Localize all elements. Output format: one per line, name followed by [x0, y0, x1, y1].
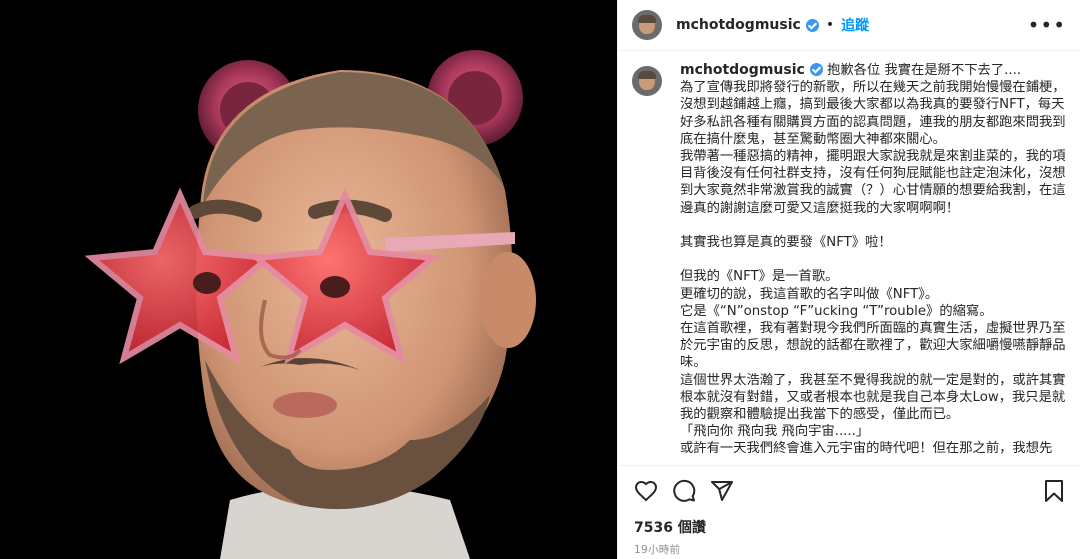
post-timestamp[interactable]: 19小時前 — [634, 542, 680, 557]
heart-icon[interactable] — [634, 479, 658, 503]
caption-line: 抱歉各位 我實在是掰不下去了.... — [827, 63, 1022, 78]
caption-line: 或許有一天我們終會進入元宇宙的時代吧！但在那之前，我想先 — [680, 441, 1053, 457]
caption-line: 「飛向你 飛向我 飛向宇宙.....」 — [680, 424, 870, 440]
author-avatar[interactable] — [632, 10, 662, 40]
caption-line: 在這首歌裡，我有著對現今我們所面臨的真實生活，虛擬世界乃至於元宇宙的反思，想說的… — [680, 321, 1066, 371]
caption-line: 我帶著一種惡搞的精神，擺明跟大家說我就是來割韭菜的，我的項目背後沒有任何社群支持… — [680, 149, 1066, 216]
follow-button[interactable]: 追蹤 — [841, 15, 869, 35]
like-count[interactable]: 7536 個讚 — [634, 517, 706, 537]
caption-line: 為了宣傳我即將發行的新歌，所以在幾天之前我開始慢慢在鋪梗，沒想到越鋪越上癮，搞到… — [680, 80, 1066, 147]
caption-line: 但我的《NFT》是一首歌。 — [680, 269, 839, 285]
comment-icon[interactable] — [672, 479, 696, 503]
post-header: mchotdogmusic • 追蹤 ••• — [618, 0, 1080, 51]
separator-dot: • — [825, 17, 835, 33]
more-options-icon[interactable]: ••• — [1028, 13, 1066, 37]
caption-username[interactable]: mchotdogmusic — [680, 62, 805, 78]
avatar-3d-illustration — [0, 0, 617, 559]
caption-line: 這個世界太浩瀚了，我甚至不覺得我說的就一定是對的，或許其實根本就沒有對錯，又或者… — [680, 372, 1066, 423]
post-details-panel: mchotdogmusic • 追蹤 ••• mchotdogmusic 抱歉各… — [617, 0, 1080, 559]
post-image[interactable] — [0, 0, 617, 559]
caption-verified-badge-icon — [809, 63, 823, 76]
action-bar: 7536 個讚 19小時前 — [618, 465, 1080, 559]
caption-text: mchotdogmusic 抱歉各位 我實在是掰不下去了.... 為了宣傳我即將… — [680, 62, 1066, 458]
share-icon[interactable] — [710, 479, 734, 503]
caption-author-avatar[interactable] — [632, 66, 662, 96]
instagram-post-view: mchotdogmusic • 追蹤 ••• mchotdogmusic 抱歉各… — [0, 0, 1080, 559]
caption-section: mchotdogmusic 抱歉各位 我實在是掰不下去了.... 為了宣傳我即將… — [632, 62, 1066, 464]
caption-line: 其實我也算是真的要發《NFT》啦！ — [680, 235, 892, 251]
caption-line: 更確切的說，我這首歌的名字叫做《NFT》。 — [680, 286, 939, 302]
verified-badge-icon — [805, 18, 819, 32]
bookmark-icon[interactable] — [1042, 479, 1066, 503]
caption-line: 它是《“N”onstop “F”ucking “T”rouble》的縮寫。 — [680, 303, 993, 319]
author-username[interactable]: mchotdogmusic — [676, 17, 801, 33]
